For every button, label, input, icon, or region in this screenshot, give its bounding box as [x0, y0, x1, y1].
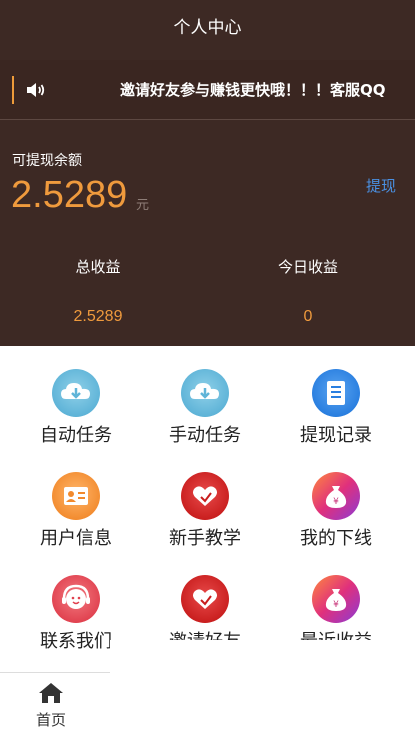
money-bag-icon: ¥: [312, 472, 360, 520]
today-income-label: 今日收益: [277, 258, 338, 276]
user-card-icon: [52, 472, 100, 520]
bottom-overlay: [110, 640, 415, 735]
balance-unit: 元: [136, 198, 150, 213]
menu-label: 手动任务: [169, 425, 241, 446]
menu-label: 用户信息: [40, 528, 112, 549]
money-bag-icon: ¥: [312, 575, 360, 623]
tab-home[interactable]: 首页: [0, 672, 110, 735]
total-income-label: 总收益: [75, 258, 121, 276]
menu-user-info[interactable]: 用户信息: [6, 472, 146, 572]
notice-accent-bar: [12, 76, 14, 104]
today-income-value: 0: [303, 308, 313, 325]
heart-icon: [181, 472, 229, 520]
menu-label: 提现记录: [300, 425, 372, 446]
menu-auto-task[interactable]: 自动任务: [6, 369, 146, 469]
menu-my-downline[interactable]: ¥ 我的下线: [266, 472, 406, 572]
balance-label: 可提现余额: [12, 153, 82, 169]
notice-bar: 邀请好友参与赚钱更快哦！！！客服QQ: [0, 60, 415, 120]
menu-manual-task[interactable]: 手动任务: [135, 369, 275, 469]
menu-withdraw-records[interactable]: 提现记录: [266, 369, 406, 469]
page-title: 个人中心: [173, 18, 242, 38]
total-income-value: 2.5289: [73, 308, 123, 325]
svg-text:¥: ¥: [333, 600, 339, 610]
document-icon: [312, 369, 360, 417]
menu-label: 新手教学: [169, 528, 241, 549]
speaker-icon: [27, 83, 45, 97]
notice-text: 邀请好友参与赚钱更快哦！！！客服QQ: [120, 81, 386, 99]
home-icon: [39, 683, 63, 703]
withdraw-link[interactable]: 提现: [366, 175, 396, 196]
customer-service-icon: [52, 575, 100, 623]
svg-text:¥: ¥: [333, 497, 339, 507]
menu-tutorial[interactable]: 新手教学: [135, 472, 275, 572]
cloud-download-icon: [181, 369, 229, 417]
menu-label: 自动任务: [40, 425, 112, 446]
tab-home-label: 首页: [35, 711, 66, 729]
menu-label: 我的下线: [300, 528, 372, 549]
heart-icon: [181, 575, 229, 623]
cloud-download-icon: [52, 369, 100, 417]
balance-value: 2.5289: [11, 174, 128, 216]
